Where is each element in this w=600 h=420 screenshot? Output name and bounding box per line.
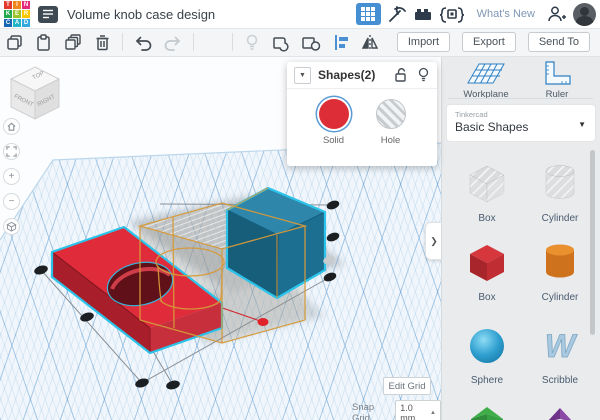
show-all-bulb-button[interactable] bbox=[243, 33, 261, 52]
copy-button[interactable] bbox=[5, 33, 24, 52]
red-handle bbox=[257, 318, 269, 326]
shape-library-panel: Workplane Ruler Tinkercad Basic Shapes ▼… bbox=[441, 56, 600, 420]
shape-tile-green-roof[interactable] bbox=[456, 405, 518, 420]
workplane-button[interactable]: Workplane bbox=[456, 60, 516, 100]
page-title: Volume knob case design bbox=[67, 6, 216, 22]
shape-tile-sphere[interactable]: Sphere bbox=[456, 323, 518, 386]
snap-grid-label: Snap Grid bbox=[352, 401, 375, 420]
divider bbox=[193, 33, 194, 51]
mirror-button[interactable] bbox=[360, 33, 380, 52]
chevron-down-icon: ▼ bbox=[578, 120, 586, 129]
undo-button[interactable] bbox=[133, 33, 153, 52]
send-to-button[interactable]: Send To bbox=[527, 32, 590, 52]
group-button[interactable] bbox=[271, 33, 291, 52]
bulb-icon[interactable] bbox=[417, 67, 430, 83]
tinkercad-logo[interactable]: TIN KER CAD bbox=[4, 1, 30, 27]
shapes-inspector-panel: ▼ Shapes(2) Solid Hole bbox=[287, 62, 437, 166]
home-view-button[interactable] bbox=[3, 118, 20, 135]
shape-library-select[interactable]: Tinkercad Basic Shapes ▼ bbox=[447, 105, 595, 141]
view-cube[interactable]: TOP FRONT RIGHT bbox=[6, 64, 64, 124]
zoom-out-button[interactable]: − bbox=[3, 193, 20, 210]
library-name: Basic Shapes bbox=[455, 120, 529, 134]
paste-button[interactable] bbox=[34, 33, 53, 52]
ungroup-button[interactable] bbox=[301, 33, 322, 52]
toolbar: Import Export Send To bbox=[0, 28, 600, 57]
duplicate-button[interactable] bbox=[63, 33, 83, 52]
align-button[interactable] bbox=[332, 33, 350, 52]
divider bbox=[231, 33, 233, 51]
edit-grid-button[interactable]: Edit Grid bbox=[383, 377, 431, 395]
workplane-icon bbox=[467, 63, 505, 84]
avatar[interactable] bbox=[573, 2, 596, 26]
delete-button[interactable] bbox=[93, 33, 112, 52]
shape-tile-orange-cylinder[interactable]: Cylinder bbox=[529, 240, 591, 303]
hole-swatch[interactable]: Hole bbox=[375, 99, 406, 146]
ruler-button[interactable]: Ruler bbox=[527, 60, 587, 100]
fit-view-button[interactable] bbox=[3, 143, 20, 160]
grid-icon bbox=[361, 7, 376, 21]
import-button[interactable]: Import bbox=[396, 32, 451, 52]
solid-color-dot[interactable] bbox=[318, 99, 349, 129]
invite-person-icon[interactable] bbox=[546, 4, 568, 24]
ruler-icon bbox=[545, 61, 571, 85]
divider bbox=[122, 33, 123, 51]
library-kicker: Tinkercad bbox=[455, 110, 488, 119]
hole-pattern-dot[interactable] bbox=[375, 99, 406, 129]
shape-tile-scribble[interactable]: W Scribble bbox=[529, 323, 591, 386]
whats-new-link[interactable]: What's New bbox=[477, 8, 535, 20]
collapse-panel-button[interactable]: ❯ bbox=[425, 222, 441, 260]
codeblocks-icon[interactable] bbox=[438, 5, 466, 23]
pickaxe-icon[interactable] bbox=[386, 4, 408, 24]
brick-icon[interactable] bbox=[413, 5, 433, 23]
shape-tile-hole-box[interactable]: Box bbox=[456, 161, 518, 224]
redo-button[interactable] bbox=[163, 33, 183, 52]
design-menu-icon[interactable] bbox=[38, 5, 58, 23]
inspector-title: Shapes(2) bbox=[318, 68, 376, 82]
solid-swatch[interactable]: Solid bbox=[318, 99, 349, 146]
top-bar: TIN KER CAD Volume knob case design What… bbox=[0, 0, 600, 29]
divider bbox=[448, 98, 593, 99]
dashboard-grid-button[interactable] bbox=[355, 3, 381, 25]
shape-tile-purple-pyramid[interactable] bbox=[529, 405, 591, 420]
svg-text:W: W bbox=[545, 328, 578, 364]
collapse-inspector-button[interactable]: ▼ bbox=[294, 66, 311, 84]
perspective-toggle-button[interactable] bbox=[3, 218, 20, 235]
shape-tile-hole-cylinder[interactable]: Cylinder bbox=[529, 161, 591, 224]
snap-grid-control: Snap Grid 1.0 mm ▲ bbox=[352, 400, 441, 420]
export-button[interactable]: Export bbox=[462, 32, 516, 52]
shape-tile-red-box[interactable]: Box bbox=[456, 240, 518, 303]
zoom-in-button[interactable]: + bbox=[3, 168, 20, 185]
lock-icon[interactable] bbox=[393, 67, 408, 83]
snap-grid-select[interactable]: 1.0 mm ▲ bbox=[395, 400, 441, 420]
panel-scrollbar[interactable] bbox=[590, 150, 595, 335]
chevron-down-icon: ▲ bbox=[430, 409, 436, 416]
